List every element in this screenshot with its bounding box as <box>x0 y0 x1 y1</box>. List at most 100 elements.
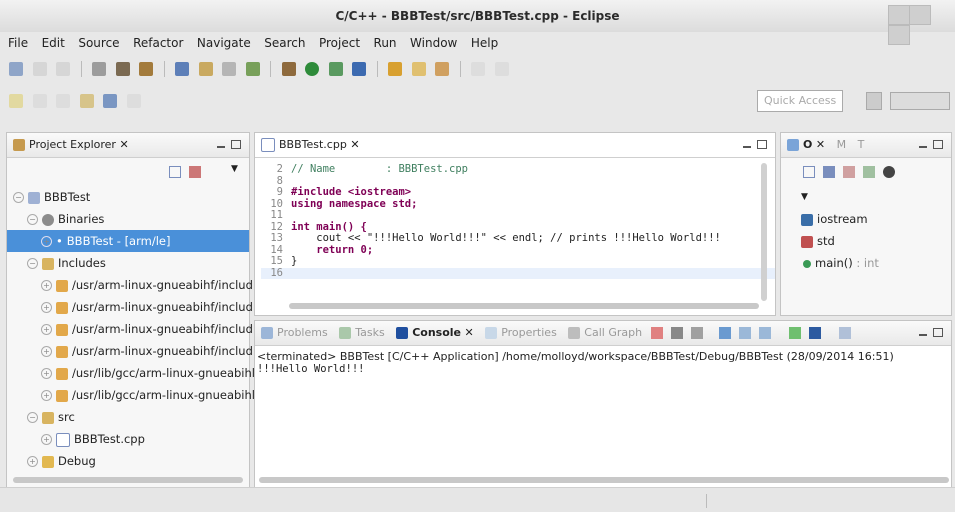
open-perspective-icon[interactable] <box>866 92 882 110</box>
view-menu-icon[interactable]: ▼ <box>231 164 238 174</box>
close-tab-icon[interactable]: ✕ <box>464 326 473 339</box>
tree-item-include-path[interactable]: + /usr/lib/gcc/arm-linux-gnueabihl <box>7 362 255 384</box>
tab-call-graph[interactable]: Call Graph <box>584 326 642 339</box>
expand-icon[interactable]: + <box>41 302 52 313</box>
hide-static-icon[interactable] <box>863 166 875 178</box>
run-icon[interactable] <box>305 62 319 76</box>
navigate-back-icon[interactable] <box>103 94 117 108</box>
expand-icon[interactable]: + <box>41 390 52 401</box>
filter-icon[interactable] <box>215 166 225 178</box>
menu-help[interactable]: Help <box>471 36 498 50</box>
forward-icon[interactable] <box>56 94 70 108</box>
close-tab-icon[interactable]: ✕ <box>816 138 825 151</box>
build-target-icon[interactable] <box>92 62 106 76</box>
new-class-icon[interactable] <box>175 62 189 76</box>
horizontal-scrollbar[interactable] <box>289 303 759 309</box>
external-tools-icon[interactable] <box>352 62 366 76</box>
open-type-icon[interactable] <box>388 62 402 76</box>
new-file-icon[interactable] <box>222 62 236 76</box>
menu-edit[interactable]: Edit <box>42 36 65 50</box>
tab-tasks[interactable]: Tasks <box>355 326 384 339</box>
new-source-folder-icon[interactable] <box>198 62 213 76</box>
collapse-icon[interactable]: − <box>27 214 38 225</box>
back-icon[interactable] <box>32 94 47 108</box>
menu-navigate[interactable]: Navigate <box>197 36 251 50</box>
display-console-icon[interactable] <box>809 327 821 339</box>
open-element-icon[interactable] <box>411 62 426 76</box>
tab-console[interactable]: Console <box>412 326 461 339</box>
tab-outline[interactable]: O <box>803 138 812 151</box>
collapse-all-icon[interactable] <box>169 166 181 178</box>
maximize-window-button[interactable] <box>909 5 931 25</box>
tree-item-include-path[interactable]: + /usr/lib/gcc/arm-linux-gnueabihl <box>7 384 255 406</box>
minimize-view-icon[interactable] <box>743 142 751 148</box>
clear-console-icon[interactable] <box>719 327 731 339</box>
minimize-view-icon[interactable] <box>919 330 927 336</box>
minimize-window-button[interactable] <box>888 5 910 25</box>
last-edit-icon[interactable] <box>9 94 23 108</box>
remove-launch-icon[interactable] <box>671 327 683 339</box>
remove-all-icon[interactable] <box>691 327 703 339</box>
clean-icon[interactable] <box>139 62 153 76</box>
expand-icon[interactable]: + <box>41 346 52 357</box>
hide-fields-icon[interactable] <box>843 166 855 178</box>
outline-item-function[interactable]: main() : int <box>781 252 951 274</box>
collapse-icon[interactable]: − <box>27 258 38 269</box>
tree-item-includes[interactable]: − Includes <box>7 252 249 274</box>
tree-item-binary-selected[interactable]: + • BBBTest - [arm/le] <box>7 230 249 252</box>
menu-file[interactable]: File <box>8 36 28 50</box>
new-icon[interactable] <box>9 62 23 76</box>
minimize-view-icon[interactable] <box>217 142 225 148</box>
collapse-all-icon[interactable] <box>803 166 815 178</box>
tree-item-include-path[interactable]: + /usr/arm-linux-gnueabihf/includ <box>7 340 253 362</box>
outline-view-menu-icon[interactable]: ▼ <box>781 186 951 208</box>
annotation-next-icon[interactable] <box>471 62 485 76</box>
maximize-view-icon[interactable] <box>933 140 943 149</box>
tree-item-include-path[interactable]: + /usr/arm-linux-gnueabihf/includ <box>7 318 253 340</box>
expand-icon[interactable]: + <box>41 368 52 379</box>
annotation-prev-icon[interactable] <box>494 62 509 76</box>
tree-item-source-file[interactable]: + BBBTest.cpp <box>7 428 249 450</box>
profile-icon[interactable] <box>328 62 343 76</box>
tree-item-src[interactable]: − src <box>7 406 249 428</box>
maximize-view-icon[interactable] <box>933 328 943 337</box>
perspective-cpp-button[interactable] <box>890 92 950 110</box>
build-icon[interactable] <box>115 62 130 76</box>
tab-task-list[interactable]: T <box>858 138 865 151</box>
tab-properties[interactable]: Properties <box>501 326 557 339</box>
tree-item-binaries[interactable]: − Binaries <box>7 208 249 230</box>
editor-tab[interactable]: BBBTest.cpp ✕ <box>255 133 775 158</box>
console-output-area[interactable]: <terminated> BBBTest [C/C++ Application]… <box>255 346 951 375</box>
minimize-view-icon[interactable] <box>919 142 927 148</box>
tree-item-include-path[interactable]: + /usr/arm-linux-gnueabihf/includ <box>7 296 253 318</box>
expand-icon[interactable]: + <box>41 236 52 247</box>
horizontal-scrollbar[interactable] <box>13 477 243 483</box>
expand-icon[interactable]: + <box>41 280 52 291</box>
vertical-scrollbar[interactable] <box>761 163 767 301</box>
collapse-icon[interactable]: − <box>27 412 38 423</box>
terminate-icon[interactable] <box>651 327 663 339</box>
close-tab-icon[interactable]: ✕ <box>350 138 359 151</box>
save-all-icon[interactable] <box>56 62 70 76</box>
project-explorer-tab[interactable]: Project Explorer ✕ <box>7 133 249 158</box>
expand-icon[interactable]: + <box>41 434 52 445</box>
new-header-icon[interactable] <box>245 62 260 76</box>
debug-icon[interactable] <box>281 62 296 76</box>
maximize-view-icon[interactable] <box>757 140 767 149</box>
tab-problems[interactable]: Problems <box>277 326 328 339</box>
menu-search[interactable]: Search <box>264 36 305 50</box>
menu-refactor[interactable]: Refactor <box>133 36 183 50</box>
pin-console-icon[interactable] <box>789 327 801 339</box>
link-with-editor-icon[interactable] <box>189 166 201 178</box>
hide-non-public-icon[interactable] <box>883 166 895 178</box>
collapse-icon[interactable]: − <box>13 192 24 203</box>
quick-access-input[interactable]: Quick Access <box>757 90 843 112</box>
menu-run[interactable]: Run <box>374 36 397 50</box>
menu-source[interactable]: Source <box>78 36 119 50</box>
tree-item-include-path[interactable]: + /usr/arm-linux-gnueabihf/includ <box>7 274 253 296</box>
tab-make-target[interactable]: M <box>837 138 847 151</box>
open-console-icon[interactable] <box>839 327 851 339</box>
horizontal-scrollbar[interactable] <box>259 477 949 483</box>
search-icon[interactable] <box>435 62 449 76</box>
save-icon[interactable] <box>32 62 47 76</box>
